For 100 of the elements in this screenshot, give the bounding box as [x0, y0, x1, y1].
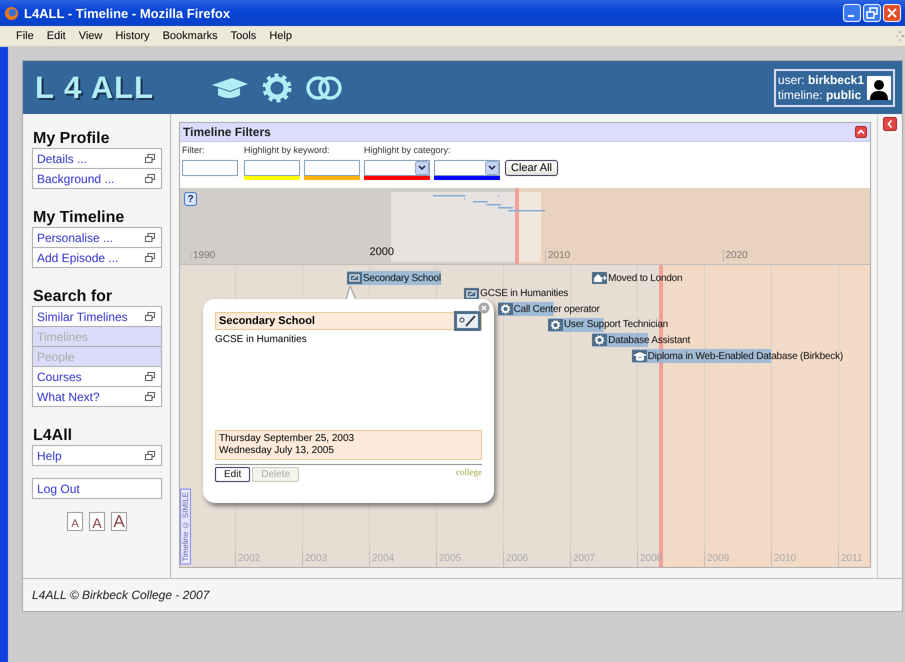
sidebar-item-label: Add Episode ... [37, 250, 118, 264]
close-button[interactable] [883, 4, 901, 22]
filter-label: Filter: [182, 145, 206, 156]
section-heading: L4All [33, 427, 74, 445]
sidebar-item-label: Background ... [37, 172, 114, 186]
menu-item[interactable]: Edit [40, 30, 73, 42]
keyword-label: Highlight by keyword: [244, 145, 331, 156]
rings-icon [304, 74, 344, 100]
gear-icon [498, 303, 513, 316]
sidebar-item-label: Similar Timelines [37, 310, 128, 324]
sidebar-item-label: Timelines [37, 330, 88, 344]
logo: L 4 ALL [35, 70, 155, 106]
year-label: 2009 [704, 551, 730, 567]
certificate-icon [346, 272, 362, 284]
minimize-button[interactable] [843, 4, 861, 22]
filter-field[interactable] [182, 160, 238, 176]
sidebar-item[interactable]: Courses [32, 366, 162, 387]
user-text: user: birkbeck1 [778, 72, 864, 88]
keyword-field[interactable] [244, 160, 300, 176]
clear-all-button[interactable]: Clear All [505, 160, 558, 176]
category-select[interactable] [434, 160, 500, 176]
popup-description: GCSE in Humanities [215, 334, 308, 345]
year-label: 2002 [235, 551, 260, 567]
menu-item[interactable]: View [72, 30, 110, 42]
year-label: 2010 [545, 250, 570, 262]
year-label: 2011 [838, 551, 863, 567]
event-marker[interactable]: GCSE in Humanities [464, 286, 568, 301]
font-size-button[interactable]: A [89, 512, 105, 531]
footer-text: L4ALL © Birkbeck College - 2007 [23, 578, 902, 611]
maximize-button[interactable] [863, 4, 881, 22]
event-label[interactable]: Moved to London [608, 272, 682, 284]
menu-item[interactable]: Help [263, 30, 299, 42]
menu-item[interactable]: File [10, 30, 41, 42]
sidebar-item-label: What Next? [37, 390, 100, 404]
popup-button[interactable]: Edit [215, 467, 250, 482]
event-marker[interactable]: Moved to London [592, 271, 682, 285]
date-text: Thursday September 25, 2003 [219, 433, 356, 445]
sidebar-item[interactable]: Similar Timelines [32, 306, 162, 327]
year-label: 2000 [368, 246, 394, 258]
event-marker[interactable]: Database Assistant [592, 333, 690, 348]
year-label: 2007 [570, 551, 596, 567]
globe-icon [4, 6, 19, 20]
section-heading: My Profile [33, 130, 110, 148]
gear-icon [262, 72, 292, 102]
sidebar-item[interactable]: Details ... [32, 148, 162, 169]
logout-link[interactable]: Log Out [32, 478, 162, 499]
sidebar-item-label: Details ... [37, 152, 88, 166]
help-button[interactable]: ? [184, 192, 197, 206]
window-title: L4ALL - Timeline - Mozilla Firefox [24, 6, 232, 20]
year-label: 2010 [771, 551, 796, 567]
sidebar-item-label: People [37, 350, 74, 364]
sidebar-item[interactable]: Background ... [32, 168, 162, 189]
event-marker[interactable]: Call Center operator [498, 302, 600, 316]
date-text: Wednesday July 13, 2005 [219, 445, 335, 457]
category-select[interactable] [364, 160, 430, 176]
menu-item[interactable]: Tools [224, 30, 264, 42]
event-marker[interactable]: Diploma in Web-Enabled Database (Birkbeck) [632, 349, 844, 363]
event-label[interactable]: Database Assistant [608, 334, 690, 346]
collapse-button[interactable] [883, 117, 897, 131]
sidebar-item[interactable]: Personalise ... [32, 227, 162, 248]
mortarboard-icon [210, 76, 250, 100]
credit-label: Timeline © SIMILE [180, 489, 191, 565]
mortarboard-icon [632, 350, 647, 362]
event-label[interactable]: Diploma in Web-Enabled Database (Birkbeck) [648, 350, 844, 362]
menu-item[interactable]: Bookmarks [156, 30, 225, 42]
house-icon [592, 272, 608, 284]
year-label: 2003 [302, 551, 328, 567]
sidebar-item-label: Personalise ... [37, 230, 114, 244]
sidebar-item-label: Help [37, 448, 62, 462]
year-label: 2020 [722, 250, 748, 262]
timeline-text: timeline: public [778, 88, 862, 102]
keyword-field[interactable] [304, 160, 360, 176]
event-marker[interactable]: User Support Technician [548, 318, 668, 332]
year-label: 2004 [369, 551, 394, 567]
event-label[interactable]: User Support Technician [564, 319, 668, 330]
popup-title: Secondary School [218, 314, 316, 329]
section-heading: Search for [33, 288, 114, 306]
pencil-icon [454, 311, 481, 331]
close-icon[interactable] [478, 302, 490, 314]
sidebar-item[interactable]: What Next? [32, 386, 162, 407]
sidebar-item[interactable]: Add Episode ... [32, 247, 162, 268]
font-size-button[interactable]: A [111, 512, 127, 531]
event-marker[interactable]: Secondary School [346, 271, 441, 285]
category-text: college [456, 467, 482, 477]
menu-item[interactable]: History [109, 30, 157, 42]
gear-icon [548, 318, 563, 331]
font-size-button[interactable]: A [67, 512, 83, 531]
sidebar-item-label: Courses [37, 370, 82, 384]
year-label: 2006 [503, 551, 528, 567]
gear-icon [592, 334, 608, 346]
year-label: 2005 [436, 551, 462, 567]
collapse-button[interactable] [855, 126, 867, 138]
panel-title: Timeline Filters [183, 125, 271, 139]
sidebar-item[interactable]: Help [32, 445, 162, 466]
event-label[interactable]: Call Center operator [514, 304, 600, 315]
year-label: 1990 [190, 250, 216, 262]
category-label: Highlight by category: [364, 145, 452, 156]
event-label[interactable]: GCSE in Humanities [480, 288, 568, 300]
section-heading: My Timeline [33, 209, 126, 227]
event-label[interactable]: Secondary School [362, 272, 441, 284]
